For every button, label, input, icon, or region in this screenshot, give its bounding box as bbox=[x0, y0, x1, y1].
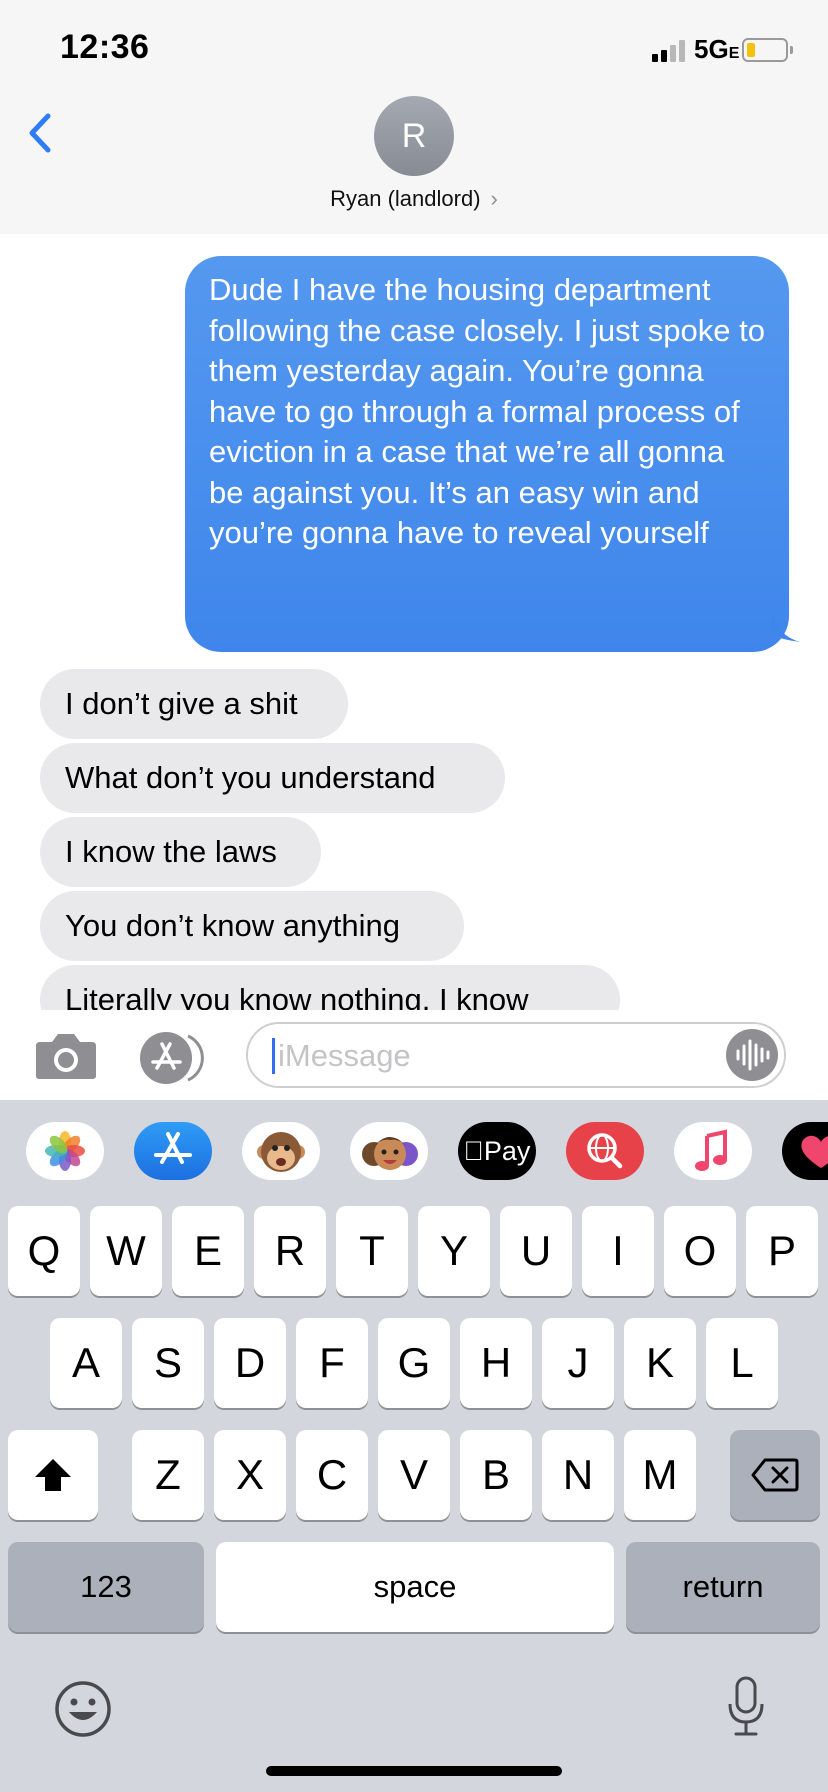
cellular-signal-icon bbox=[652, 38, 688, 62]
key-f[interactable]: F bbox=[296, 1318, 368, 1408]
key-c[interactable]: C bbox=[296, 1430, 368, 1520]
key-r[interactable]: R bbox=[254, 1206, 326, 1296]
key-a[interactable]: A bbox=[50, 1318, 122, 1408]
received-message-bubble[interactable]: I know the laws bbox=[40, 817, 321, 887]
key-b[interactable]: B bbox=[460, 1430, 532, 1520]
key-j[interactable]: J bbox=[542, 1318, 614, 1408]
space-key[interactable]: space bbox=[216, 1542, 614, 1632]
battery-icon bbox=[742, 38, 793, 62]
key-k[interactable]: K bbox=[624, 1318, 696, 1408]
received-message-bubble[interactable]: What don’t you understand bbox=[40, 743, 505, 813]
conversation-header: R Ryan (landlord) › bbox=[0, 90, 828, 235]
key-z[interactable]: Z bbox=[132, 1430, 204, 1520]
app-store-icon[interactable] bbox=[134, 1122, 212, 1180]
photos-icon[interactable] bbox=[26, 1122, 104, 1180]
key-s[interactable]: S bbox=[132, 1318, 204, 1408]
apple-pay-icon[interactable]: Pay bbox=[458, 1122, 536, 1180]
contact-name: Ryan (landlord) bbox=[330, 186, 481, 211]
apple-logo-icon:  bbox=[464, 1136, 484, 1166]
bubble-tail bbox=[772, 610, 800, 642]
audio-waveform-icon[interactable] bbox=[726, 1029, 778, 1086]
key-q[interactable]: Q bbox=[8, 1206, 80, 1296]
web-search-icon[interactable] bbox=[566, 1122, 644, 1180]
shift-arrow-icon bbox=[35, 1459, 71, 1491]
message-list[interactable]: Dude I have the housing department follo… bbox=[0, 234, 828, 1010]
key-m[interactable]: M bbox=[624, 1430, 696, 1520]
music-icon[interactable] bbox=[674, 1122, 752, 1180]
received-message-bubble[interactable]: You don’t know anything bbox=[40, 891, 464, 961]
key-x[interactable]: X bbox=[214, 1430, 286, 1520]
key-p[interactable]: P bbox=[746, 1206, 818, 1296]
network-indicator: 5GE bbox=[694, 34, 740, 64]
key-y[interactable]: Y bbox=[418, 1206, 490, 1296]
app-store-icon[interactable] bbox=[140, 1032, 212, 1089]
status-bar: 12:36 5GE bbox=[0, 0, 828, 90]
memoji-icon[interactable] bbox=[350, 1122, 428, 1180]
status-time: 12:36 bbox=[60, 28, 150, 66]
backspace-icon bbox=[751, 1458, 799, 1492]
key-o[interactable]: O bbox=[664, 1206, 736, 1296]
key-w[interactable]: W bbox=[90, 1206, 162, 1296]
key-t[interactable]: T bbox=[336, 1206, 408, 1296]
shift-key[interactable] bbox=[8, 1430, 98, 1520]
message-placeholder: iMessage bbox=[278, 1038, 411, 1073]
app-drawer: Pay bbox=[0, 1100, 828, 1192]
received-message-bubble[interactable]: I don’t give a shit bbox=[40, 669, 348, 739]
key-i[interactable]: I bbox=[582, 1206, 654, 1296]
animoji-icon[interactable] bbox=[242, 1122, 320, 1180]
key-n[interactable]: N bbox=[542, 1430, 614, 1520]
sent-message-bubble[interactable]: Dude I have the housing department follo… bbox=[185, 256, 789, 652]
camera-icon[interactable] bbox=[34, 1032, 98, 1085]
key-e[interactable]: E bbox=[172, 1206, 244, 1296]
contact-name-button[interactable]: Ryan (landlord) › bbox=[0, 186, 828, 212]
chevron-right-icon: › bbox=[490, 186, 498, 211]
compose-bar: iMessage bbox=[0, 1010, 828, 1100]
numbers-key[interactable]: 123 bbox=[8, 1542, 204, 1632]
apple-pay-label: Pay bbox=[473, 1136, 531, 1166]
digital-touch-icon[interactable] bbox=[782, 1122, 828, 1180]
back-chevron-icon[interactable] bbox=[20, 102, 60, 162]
contact-avatar[interactable]: R bbox=[374, 96, 454, 176]
delete-key[interactable] bbox=[730, 1430, 820, 1520]
key-g[interactable]: G bbox=[378, 1318, 450, 1408]
dictation-microphone-icon[interactable] bbox=[726, 1676, 766, 1743]
key-h[interactable]: H bbox=[460, 1318, 532, 1408]
message-input[interactable]: iMessage bbox=[246, 1022, 786, 1088]
key-u[interactable]: U bbox=[500, 1206, 572, 1296]
key-l[interactable]: L bbox=[706, 1318, 778, 1408]
return-key[interactable]: return bbox=[626, 1542, 820, 1632]
key-d[interactable]: D bbox=[214, 1318, 286, 1408]
text-cursor bbox=[272, 1038, 275, 1074]
home-indicator[interactable] bbox=[266, 1766, 562, 1776]
emoji-icon[interactable] bbox=[54, 1680, 112, 1743]
key-v[interactable]: V bbox=[378, 1430, 450, 1520]
keyboard: Q W E R T Y U I O P A S D F G H J K L Z … bbox=[0, 1192, 828, 1792]
received-message-bubble[interactable]: Literally you know nothing. I know bbox=[40, 965, 620, 1010]
